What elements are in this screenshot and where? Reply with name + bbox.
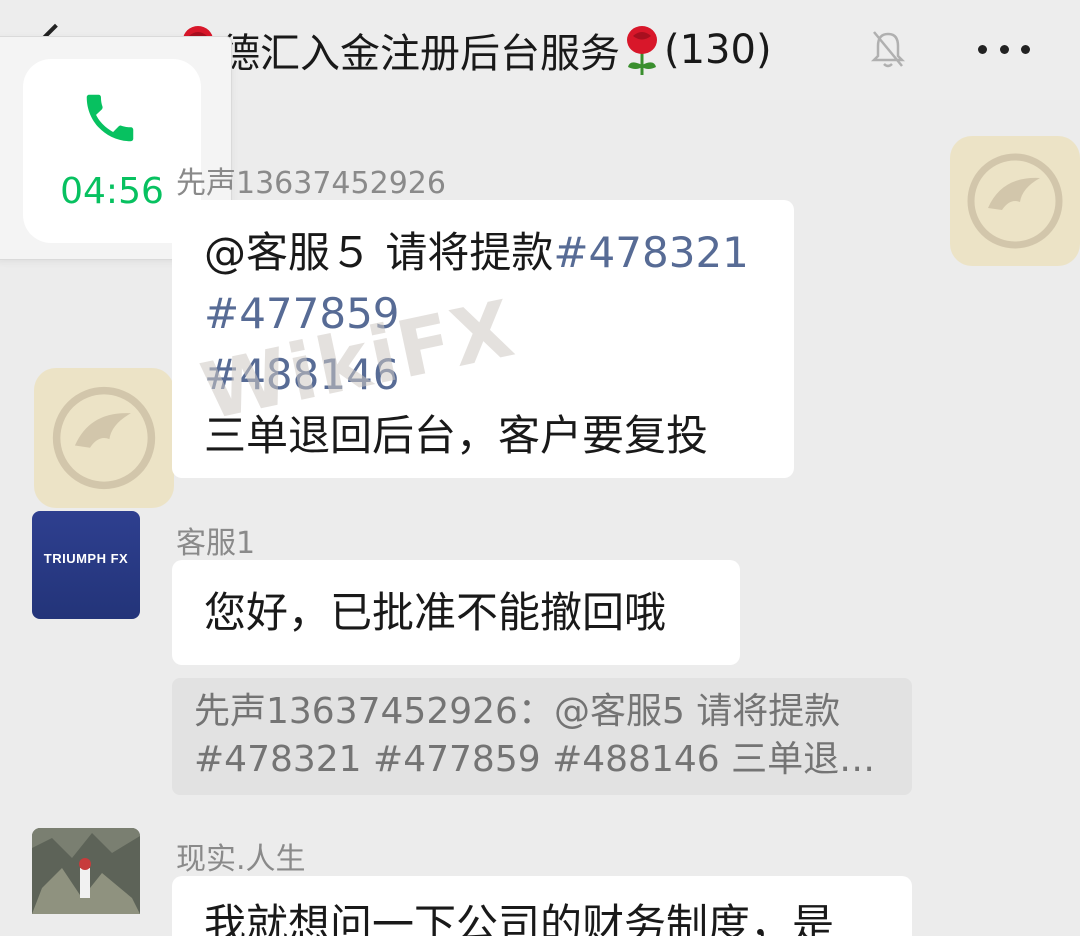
quoted-message[interactable]: 先声13637452926：@客服5 请将提款 #478321 #477859 … xyxy=(172,678,912,795)
avatar-photo xyxy=(32,828,140,914)
sender-name: 先声13637452926 xyxy=(176,166,446,201)
quote-line: 先声13637452926：@客服5 请将提款 xyxy=(194,691,841,732)
message-bubble[interactable]: 您好，已批准不能撤回哦 xyxy=(172,560,740,665)
message-text: @客服５ 请将提款 xyxy=(204,228,554,277)
watermark-badge-left xyxy=(34,368,174,508)
member-count: (130) xyxy=(664,27,772,73)
avatar-logo-text: TRIUMPH FX xyxy=(43,551,129,566)
avatar[interactable] xyxy=(32,828,140,914)
message-text: 您好，已批准不能撤回哦 xyxy=(204,588,667,637)
phone-icon xyxy=(86,94,134,142)
more-dots-icon[interactable] xyxy=(978,38,1030,60)
group-name: 德汇入金注册后台服务 xyxy=(220,31,620,77)
watermark-badge-right xyxy=(950,136,1080,266)
hashtag-link[interactable]: #478321 xyxy=(553,228,749,277)
message-text: 我就想问一下公司的财务制度，是 xyxy=(204,900,835,936)
bell-off-icon xyxy=(870,31,906,68)
sender-name: 现实.人生 xyxy=(176,842,306,877)
rose-icon xyxy=(627,26,657,75)
quote-line: #478321 #477859 #488146 三单退… xyxy=(194,739,876,780)
chat-title: 德汇入金注册后台服务 (130) xyxy=(176,22,772,78)
avatar[interactable]: TRIUMPH FX xyxy=(32,511,140,619)
message-bubble[interactable]: 我就想问一下公司的财务制度，是 xyxy=(172,876,912,936)
message-line: @客服５ 请将提款#478321 xyxy=(204,222,749,283)
sender-name: 客服1 xyxy=(176,526,256,561)
